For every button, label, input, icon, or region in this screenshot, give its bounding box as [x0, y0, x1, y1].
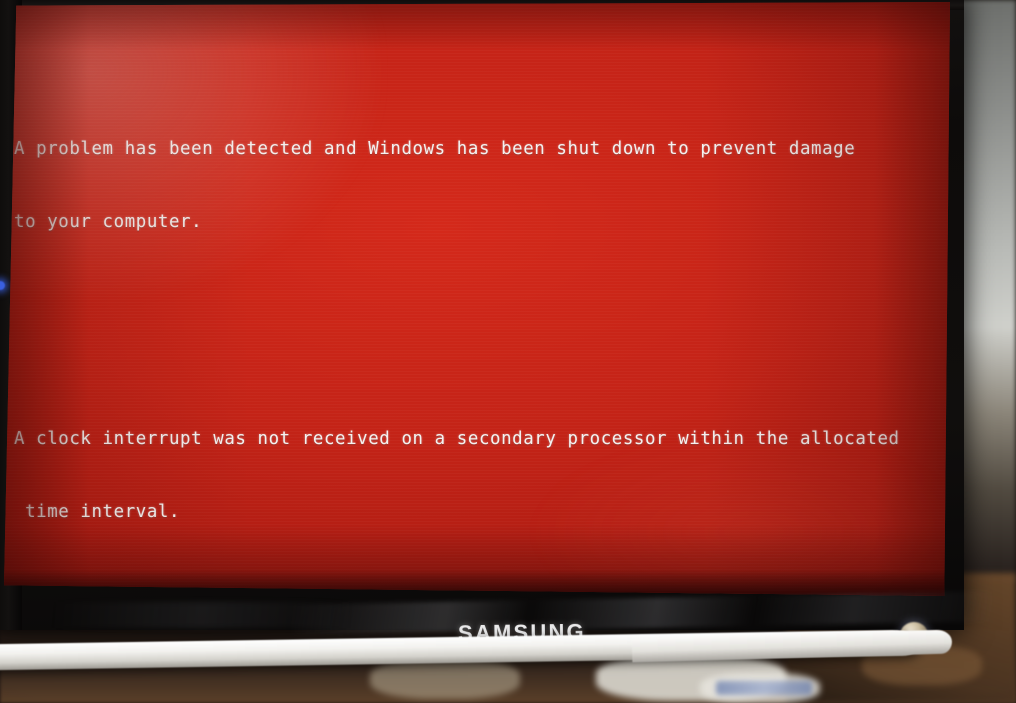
bsod-line: A clock interrupt was not received on a …: [14, 429, 900, 450]
monitor: A problem has been detected and Windows …: [0, 0, 993, 671]
bsod-message: A problem has been detected and Windows …: [14, 16, 950, 596]
monitor-screen: A problem has been detected and Windows …: [4, 2, 950, 596]
desk-object-label: [716, 681, 812, 695]
bsod-line: time interval.: [14, 502, 181, 523]
bsod-line: A problem has been detected and Windows …: [14, 139, 856, 160]
bsod-paragraph-intro: A problem has been detected and Windows …: [14, 89, 950, 283]
bsod-line: to your computer.: [14, 211, 203, 232]
bsod-paragraph-error-description: A clock interrupt was not received on a …: [14, 379, 950, 573]
desk-object-beige: [370, 659, 520, 699]
bezel-reflection-left: [52, 602, 352, 628]
photo-of-monitor-bsod: A problem has been detected and Windows …: [0, 0, 1016, 703]
